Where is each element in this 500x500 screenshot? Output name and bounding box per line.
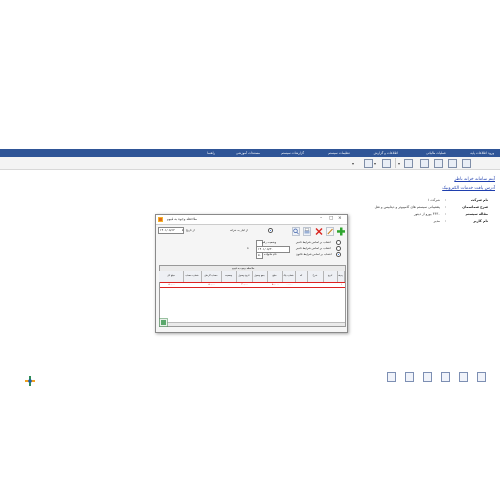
table-cell [324, 283, 338, 287]
footer-exit-icon[interactable] [387, 372, 396, 382]
maximize-icon[interactable]: □ [329, 216, 333, 221]
table-cell [253, 283, 268, 287]
checkbox-warehouse[interactable] [268, 228, 273, 233]
info-label-description: شرح شماسمان [462, 205, 488, 209]
link-e-services[interactable]: آدرس یافت خدمات الکترونیک [442, 186, 495, 191]
close-icon[interactable]: × [338, 216, 342, 221]
filter-label: نام خانواده [264, 252, 277, 256]
minimize-icon[interactable]: – [320, 216, 322, 221]
status-value-field[interactable]: ۵۰ [256, 252, 263, 259]
toolbar-button-preview[interactable] [382, 159, 391, 168]
chevron-down-icon[interactable]: ▾ [352, 161, 354, 166]
option-label-3: انتخاب بر اساس شرایط قانون [296, 252, 332, 256]
info-value-user: مدیر [433, 219, 440, 223]
funds-dialog: ملاحظه وجوه به قیوم – □ × از تاریخ ۱۴۰۱/… [155, 214, 348, 333]
menu-item-system-reports[interactable]: گزارشات سیستم [281, 149, 304, 157]
company-logo-icon [25, 376, 35, 386]
table-cell: ۱ [340, 283, 343, 286]
info-label-user: نام کاربر [473, 219, 488, 223]
from-date-field[interactable]: ۱۴۰۱/۰۸/۱۲ [158, 227, 184, 234]
toolbar-button-new[interactable] [462, 159, 471, 168]
toolbar-button-edit[interactable] [434, 159, 443, 168]
chevron-down-icon[interactable]: ▾ [374, 161, 376, 166]
menu-item-training[interactable]: مستندات آموزشی [236, 149, 260, 157]
grid-footer [160, 322, 345, 326]
toolbar-button-print[interactable] [404, 159, 413, 168]
table-cell: ۵۰,۰۰۰ [272, 283, 279, 286]
table-cell: ۵۰,۰۰۰ [168, 283, 176, 286]
print-icon[interactable] [303, 227, 311, 236]
link-treasury-system[interactable]: آیتم سامانه خزانه ناظر [454, 177, 495, 182]
footer-settings-icon[interactable] [459, 372, 468, 382]
status-label: وضعیت رقم [262, 240, 277, 244]
dialog-title: ملاحظه وجوه به قیوم [166, 217, 197, 221]
info-value-system: ۳۶۳۰ یورو از دیتور [414, 212, 440, 216]
table-cell [308, 283, 324, 287]
table-cell: ۲۰,۰۰۰ [241, 283, 249, 286]
table-cell: ۵۰,۰۰۰ [208, 283, 216, 286]
add-icon[interactable] [337, 227, 345, 236]
to-date-label: تا [247, 246, 249, 250]
toolbar-button-save[interactable] [448, 159, 457, 168]
option-radio-2[interactable] [336, 246, 341, 251]
from-date-label: از تاریخ [186, 228, 195, 232]
main-menu-bar: ورود اطلاعات پایه عملیات مالیاتی اطلاعات… [0, 149, 500, 157]
checkbox-warehouse-label: از انبار به خزانه [230, 228, 249, 232]
menu-item-base-data[interactable]: ورود اطلاعات پایه [470, 149, 494, 157]
footer-help-icon[interactable] [477, 372, 486, 382]
toolbar-separator [395, 158, 396, 168]
option-radio-1[interactable] [336, 240, 341, 245]
toolbar: ▾ ▾ ▾ [0, 157, 500, 170]
table-cell: ۰۰۰۰۰ [286, 283, 293, 286]
excel-export-icon[interactable] [159, 318, 168, 327]
menu-item-reports[interactable]: اطلاعات و گزارش [374, 149, 398, 157]
chevron-down-icon[interactable]: ▾ [398, 161, 400, 166]
dialog-titlebar: ملاحظه وجوه به قیوم – □ × [156, 215, 347, 225]
option-radio-3[interactable] [336, 252, 341, 257]
table-cell [222, 283, 237, 287]
info-value-description: پشتیبانی سیستم های کامپیوتر و دیتابیس و … [374, 205, 440, 209]
option-label-1: انتخاب بر اساس شرایط تاخیر [296, 240, 331, 244]
toolbar-button-delete[interactable] [420, 159, 429, 168]
table-cell [184, 283, 202, 287]
footer-document-icon[interactable] [405, 372, 414, 382]
menu-item-settings[interactable]: تنظیمات سیستم [328, 149, 350, 157]
app-icon [158, 217, 163, 222]
table-cell [296, 283, 308, 287]
info-value-company: شرکت ۱ [427, 198, 440, 202]
toolbar-button-export[interactable] [364, 159, 373, 168]
table-row[interactable]: ۱ ۰۰۰۰۰ ۵۰,۰۰۰ ۲۰,۰۰۰ ۵۰,۰۰۰ ۵۰,۰۰۰ [160, 282, 345, 288]
search-icon[interactable] [292, 227, 300, 236]
menu-item-help[interactable]: راهنما [207, 149, 215, 157]
funds-grid: ملاحظه وجوه به قیوم ردیف تاریخ شرح کد شماره … [159, 265, 346, 327]
info-label-company: نام شرکت [470, 198, 488, 202]
footer-report-icon[interactable] [423, 372, 432, 382]
option-label-2: انتخاب بر اساس شرایط تاخیر [296, 246, 331, 250]
delete-icon[interactable] [315, 227, 323, 236]
grid-title: ملاحظه وجوه به قیوم [232, 267, 255, 270]
calendar-icon[interactable]: ▾ [182, 228, 183, 232]
info-label-system: مقاله سیستم [465, 212, 488, 216]
edit-icon[interactable] [326, 227, 334, 236]
footer-chart-icon[interactable] [441, 372, 450, 382]
menu-item-tax-operations[interactable]: عملیات مالیاتی [426, 149, 446, 157]
